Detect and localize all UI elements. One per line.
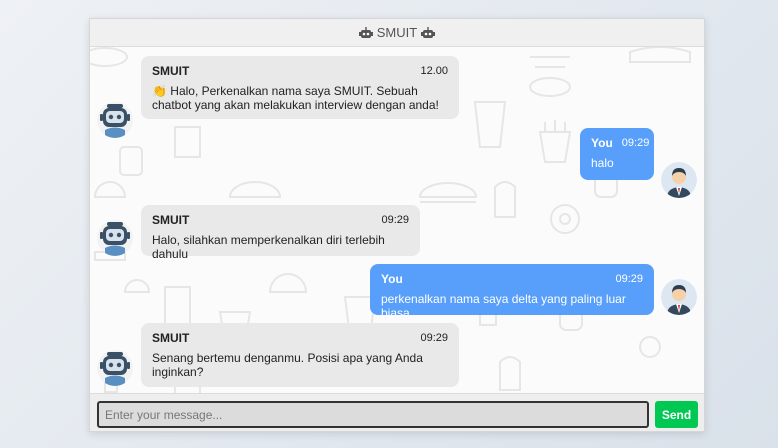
sender-name: SMUIT <box>152 64 190 78</box>
message-time: 09:29 <box>621 137 650 149</box>
robot-icon <box>421 26 436 39</box>
message-text: halo <box>591 156 614 170</box>
message-list[interactable]: SMUIT 12.00 👏 Halo, Perkenalkan nama saya… <box>90 47 704 393</box>
bot-avatar <box>97 220 133 256</box>
user-avatar <box>661 279 697 315</box>
robot-icon <box>358 26 373 39</box>
message-text: Senang bertemu denganmu. Posisi apa yang… <box>152 351 423 379</box>
message-bubble: SMUIT 09:29 Halo, silahkan memperkenalkan… <box>141 205 420 261</box>
message-time: 09:29 <box>381 214 409 226</box>
message-time: 12.00 <box>420 65 448 77</box>
message-time: 09:29 <box>420 332 448 344</box>
bot-avatar <box>97 102 133 138</box>
message-bubble: You 09:29 halo <box>580 128 654 180</box>
sender-name: SMUIT <box>152 213 190 227</box>
message-bubble: SMUIT 09:29 Senang bertemu denganmu. Posi… <box>141 323 459 387</box>
message-bubble: You 09:29 perkenalkan nama saya delta yan… <box>370 264 654 320</box>
sender-name: You <box>591 136 613 150</box>
sender-name: SMUIT <box>152 331 190 345</box>
sender-name: You <box>381 272 403 286</box>
message-input-area: Send <box>90 393 704 431</box>
chat-window: SMUIT SMUIT 12.00 👏 Halo, Perkenalkan na… <box>89 18 705 432</box>
message-text: Halo, silahkan memperkenalkan diri terle… <box>152 233 385 261</box>
send-button[interactable]: Send <box>655 401 698 428</box>
chat-header: SMUIT <box>90 19 704 47</box>
message-text: perkenalkan nama saya delta yang paling … <box>381 292 626 320</box>
message-text: 👏 Halo, Perkenalkan nama saya SMUIT. Seb… <box>152 84 439 112</box>
bot-avatar <box>97 350 133 386</box>
user-avatar <box>661 162 697 198</box>
chat-title: SMUIT <box>376 25 418 40</box>
message-time: 09:29 <box>615 273 643 285</box>
message-input[interactable] <box>97 401 649 428</box>
message-bubble: SMUIT 12.00 👏 Halo, Perkenalkan nama saya… <box>141 56 459 119</box>
